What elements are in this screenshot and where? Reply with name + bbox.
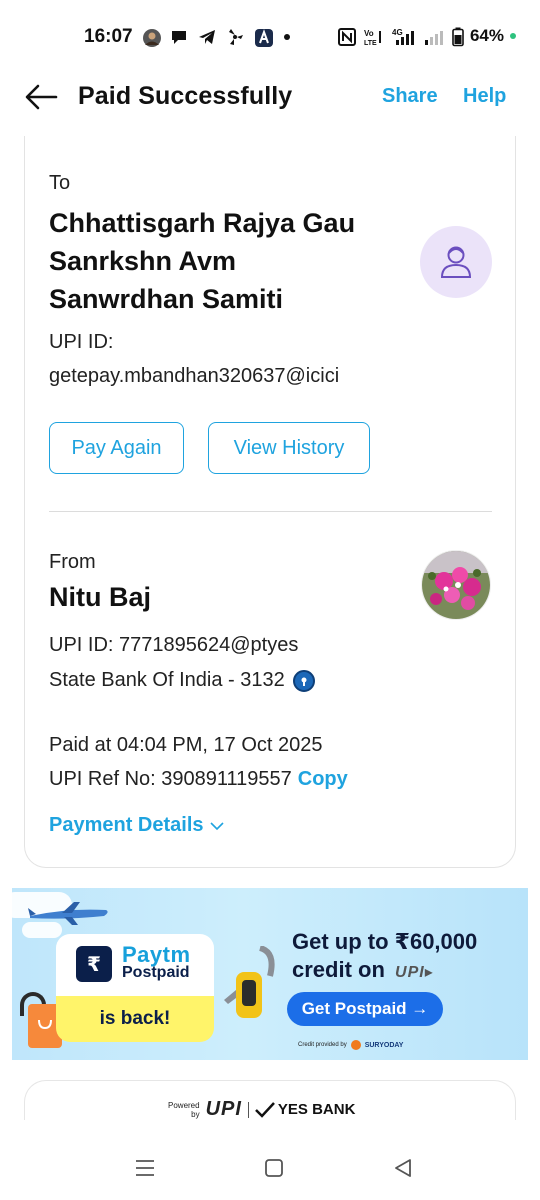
telegram-icon <box>198 28 218 46</box>
chevron-down-icon <box>209 821 224 830</box>
back-arrow-icon <box>25 84 58 110</box>
nfc-icon <box>337 27 358 46</box>
status-bar: 16:07 Vo LTE 4G 64% <box>0 0 540 72</box>
is-back-tag: is back! <box>56 996 214 1042</box>
app-a-icon <box>254 28 274 47</box>
system-icons: Vo LTE 4G 64% <box>337 24 516 48</box>
payment-receipt-card: To Chhattisgarh Rajya Gau Sanrkshn Avm S… <box>24 136 516 868</box>
sbi-bank-icon <box>292 669 315 692</box>
yes-bank-logo: YES BANK <box>255 1101 356 1118</box>
banner-headline-line2-row: credit on UPI▸ <box>292 956 477 987</box>
back-button[interactable] <box>22 80 62 114</box>
network-type-label: 4G <box>392 28 403 37</box>
green-dot-icon <box>510 33 516 39</box>
copy-ref-button[interactable]: Copy <box>298 768 348 791</box>
home-square-icon <box>265 1159 283 1177</box>
payer-name: Nitu Baj <box>49 582 152 612</box>
system-nav-bar <box>0 1140 540 1200</box>
system-back-button[interactable] <box>391 1156 415 1180</box>
chat-bubble-icon <box>170 28 190 46</box>
suryoday-logo-icon <box>350 1040 361 1050</box>
help-button[interactable]: Help <box>463 85 506 108</box>
postpaid-label: Postpaid <box>122 964 190 981</box>
upi-logo-icon: UPI▸ <box>395 964 434 981</box>
dot-icon <box>282 28 302 46</box>
back-triangle-icon <box>395 1159 411 1177</box>
payee-name: Chhattisgarh Rajya Gau Sanrkshn Avm Sanw… <box>49 208 356 314</box>
payer-avatar <box>421 550 491 620</box>
battery-percent: 64% <box>469 26 504 45</box>
payer-upi-id: UPI ID: 7771895624@ptyes <box>49 634 299 656</box>
upi-ref-number: UPI Ref No: 390891119557 <box>49 768 292 790</box>
paid-at-timestamp: Paid at 04:04 PM, 17 Oct 2025 <box>49 734 323 756</box>
pay-again-button[interactable]: Pay Again <box>49 422 184 474</box>
payee-upi-id: getepay.mbandhan320637@icici <box>49 365 340 387</box>
banner-headline-line2: credit on <box>292 957 385 982</box>
signal-weak-icon <box>424 27 446 45</box>
menu-icon <box>136 1160 154 1176</box>
payment-details-toggle[interactable]: Payment Details <box>49 814 224 837</box>
volte-icon: Vo LTE <box>364 27 386 47</box>
menu-button[interactable] <box>133 1156 157 1180</box>
powered-by-line1: Powered <box>168 1100 200 1110</box>
page-title: Paid Successfully <box>78 82 293 110</box>
payer-bank-row: State Bank Of India - 3132 <box>49 669 315 692</box>
checkmark-icon <box>255 1101 275 1118</box>
upi-ref-row: UPI Ref No: 390891119557 Copy <box>49 768 348 791</box>
from-label: From <box>49 551 96 573</box>
notification-icons <box>142 26 302 48</box>
payee-upi-label: UPI ID: <box>49 331 114 353</box>
upi-logo-icon: UPI <box>205 1098 242 1120</box>
signal-4g-icon: 4G <box>392 27 418 45</box>
powered-by-label: Powered by <box>168 1101 200 1119</box>
get-postpaid-button[interactable]: Get Postpaid → <box>287 992 443 1026</box>
footer-separator <box>247 1101 249 1118</box>
credit-provided-by-label: Credit provided by <box>298 1042 347 1048</box>
flower-photo-icon <box>422 551 490 619</box>
status-time: 16:07 <box>84 26 133 47</box>
banner-headline: Get up to ₹60,000 credit on UPI▸ <box>292 928 477 987</box>
postpaid-promo-banner[interactable]: ₹ Paytm Postpaid is back! Get up to ₹60,… <box>12 888 528 1060</box>
to-label: To <box>49 172 71 194</box>
airplane-icon <box>28 902 108 925</box>
rupee-wallet-icon: ₹ <box>76 946 112 982</box>
fan-icon <box>226 28 246 46</box>
suryoday-name: SURYODAY <box>364 1041 404 1049</box>
person-icon <box>440 246 472 278</box>
section-divider <box>49 511 492 512</box>
fuel-nozzle-icon <box>224 946 275 1018</box>
banner-headline-line1: Get up to ₹60,000 <box>292 929 478 954</box>
app-header: Paid Successfully Share Help <box>0 72 540 122</box>
payment-details-label: Payment Details <box>49 814 204 836</box>
credit-provider: Credit provided by SURYODAY <box>298 1040 403 1050</box>
payee-avatar <box>420 226 492 298</box>
yes-bank-name: YES BANK <box>277 1101 356 1118</box>
view-history-button[interactable]: View History <box>208 422 370 474</box>
svg-text:LTE: LTE <box>364 40 377 47</box>
share-button[interactable]: Share <box>382 85 438 108</box>
battery-icon <box>452 27 464 47</box>
powered-by-line2: by <box>191 1109 200 1119</box>
payer-bank-name: State Bank Of India - 3132 <box>49 669 285 691</box>
powered-by-footer: Powered by UPI YES BANK <box>168 1098 355 1121</box>
home-button[interactable] <box>262 1156 286 1180</box>
profile-avatar-icon <box>142 28 162 47</box>
svg-text:Vo: Vo <box>364 29 374 38</box>
